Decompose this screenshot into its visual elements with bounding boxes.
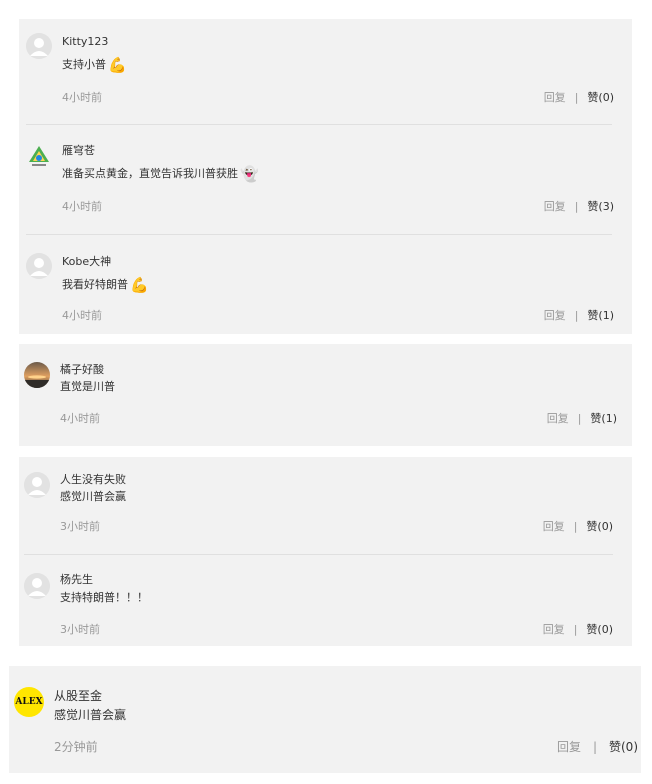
comment-content: 感觉川普会赢 <box>54 708 127 722</box>
avatar-text: ALEX <box>15 697 43 707</box>
comment-time: 4小时前 <box>60 412 100 425</box>
comment-time: 3小时前 <box>60 520 100 533</box>
flexed-biceps-icon: 💪 <box>130 276 149 294</box>
reply-button[interactable]: 回复 <box>543 623 565 637</box>
like-button[interactable]: 赞(3) <box>587 200 614 214</box>
comment-card: ALEX 从股至金 感觉川普会赢 2分钟前 回复 | 赞(0) <box>9 666 641 773</box>
comment-content: 准备买点黄金，直觉告诉我川普获胜 <box>62 167 238 180</box>
comment-item: ALEX 从股至金 感觉川普会赢 2分钟前 回复 | 赞(0) <box>9 666 641 773</box>
default-avatar[interactable] <box>26 253 52 279</box>
comment-content: 支持特朗普！！！ <box>60 591 148 604</box>
separator: | <box>573 623 578 636</box>
like-button[interactable]: 赞(0) <box>586 623 613 637</box>
comment-text: 直觉是川普 <box>60 379 115 395</box>
default-avatar[interactable] <box>26 33 52 59</box>
comment-item: Kitty123 支持小普 💪 4小时前 回复 | 赞(0) <box>19 19 632 124</box>
reply-button[interactable]: 回复 <box>544 200 566 214</box>
separator: | <box>573 520 578 533</box>
username[interactable]: Kobe大神 <box>62 255 111 269</box>
comment-card: 橘子好酸 直觉是川普 4小时前 回复 | 赞(1) <box>19 344 632 446</box>
comment-time: 3小时前 <box>60 623 100 636</box>
user-avatar[interactable] <box>24 362 50 388</box>
username[interactable]: 橘子好酸 <box>60 363 104 377</box>
ghost-icon: 👻 <box>240 165 259 183</box>
alex-avatar[interactable]: ALEX <box>14 687 44 717</box>
comment-card: 人生没有失败 感觉川普会赢 3小时前 回复 | 赞(0) 杨先生 支持特朗普！！… <box>19 457 632 646</box>
comment-text: 感觉川普会赢 <box>54 707 126 723</box>
comment-card: Kitty123 支持小普 💪 4小时前 回复 | 赞(0) 雁穹苍 准备买点黄… <box>19 19 632 334</box>
like-button[interactable]: 赞(0) <box>586 520 613 534</box>
username[interactable]: 人生没有失败 <box>60 473 126 487</box>
like-button[interactable]: 赞(0) <box>587 91 614 105</box>
reply-button[interactable]: 回复 <box>544 91 566 105</box>
user-avatar[interactable] <box>26 143 52 169</box>
comment-item: Kobe大神 我看好特朗普 💪 4小时前 回复 | 赞(1) <box>19 234 632 334</box>
separator: | <box>574 200 579 213</box>
flexed-biceps-icon: 💪 <box>108 56 127 74</box>
username[interactable]: 杨先生 <box>60 573 93 587</box>
comment-text: 我看好特朗普 💪 <box>62 277 149 293</box>
comment-item: 橘子好酸 直觉是川普 4小时前 回复 | 赞(1) <box>19 344 632 446</box>
comment-content: 我看好特朗普 <box>62 278 128 291</box>
comment-actions: 回复 | 赞(0) <box>543 520 613 534</box>
username[interactable]: Kitty123 <box>62 35 108 49</box>
comment-text: 准备买点黄金，直觉告诉我川普获胜 👻 <box>62 166 259 182</box>
comment-item: 人生没有失败 感觉川普会赢 3小时前 回复 | 赞(0) <box>19 457 632 554</box>
default-avatar[interactable] <box>24 472 50 498</box>
reply-button[interactable]: 回复 <box>544 309 566 323</box>
comment-actions: 回复 | 赞(0) <box>544 91 614 105</box>
comment-time: 4小时前 <box>62 200 102 213</box>
comment-item: 雁穹苍 准备买点黄金，直觉告诉我川普获胜 👻 4小时前 回复 | 赞(3) <box>19 124 632 234</box>
reply-button[interactable]: 回复 <box>547 412 569 426</box>
comment-actions: 回复 | 赞(0) <box>557 740 638 754</box>
comment-text: 支持小普 💪 <box>62 57 127 73</box>
comment-actions: 回复 | 赞(3) <box>544 200 614 214</box>
comment-text: 感觉川普会赢 <box>60 489 126 505</box>
comment-content: 感觉川普会赢 <box>60 490 126 503</box>
reply-button[interactable]: 回复 <box>543 520 565 534</box>
like-button[interactable]: 赞(1) <box>590 412 617 426</box>
comment-time: 4小时前 <box>62 309 102 322</box>
comment-time: 2分钟前 <box>54 740 98 754</box>
separator: | <box>592 740 597 754</box>
comment-time: 4小时前 <box>62 91 102 104</box>
separator: | <box>577 412 582 425</box>
comment-actions: 回复 | 赞(0) <box>543 623 613 637</box>
like-button[interactable]: 赞(0) <box>609 740 638 754</box>
separator: | <box>574 309 579 322</box>
separator: | <box>574 91 579 104</box>
comment-actions: 回复 | 赞(1) <box>547 412 617 426</box>
comment-text: 支持特朗普！！！ <box>60 590 148 606</box>
username[interactable]: 从股至金 <box>54 689 102 703</box>
reply-button[interactable]: 回复 <box>557 740 581 754</box>
comment-item: 杨先生 支持特朗普！！！ 3小时前 回复 | 赞(0) <box>19 554 632 646</box>
comment-content: 支持小普 <box>62 58 106 71</box>
default-avatar[interactable] <box>24 573 50 599</box>
comment-actions: 回复 | 赞(1) <box>544 309 614 323</box>
comment-content: 直觉是川普 <box>60 380 115 393</box>
like-button[interactable]: 赞(1) <box>587 309 614 323</box>
username[interactable]: 雁穹苍 <box>62 144 95 158</box>
